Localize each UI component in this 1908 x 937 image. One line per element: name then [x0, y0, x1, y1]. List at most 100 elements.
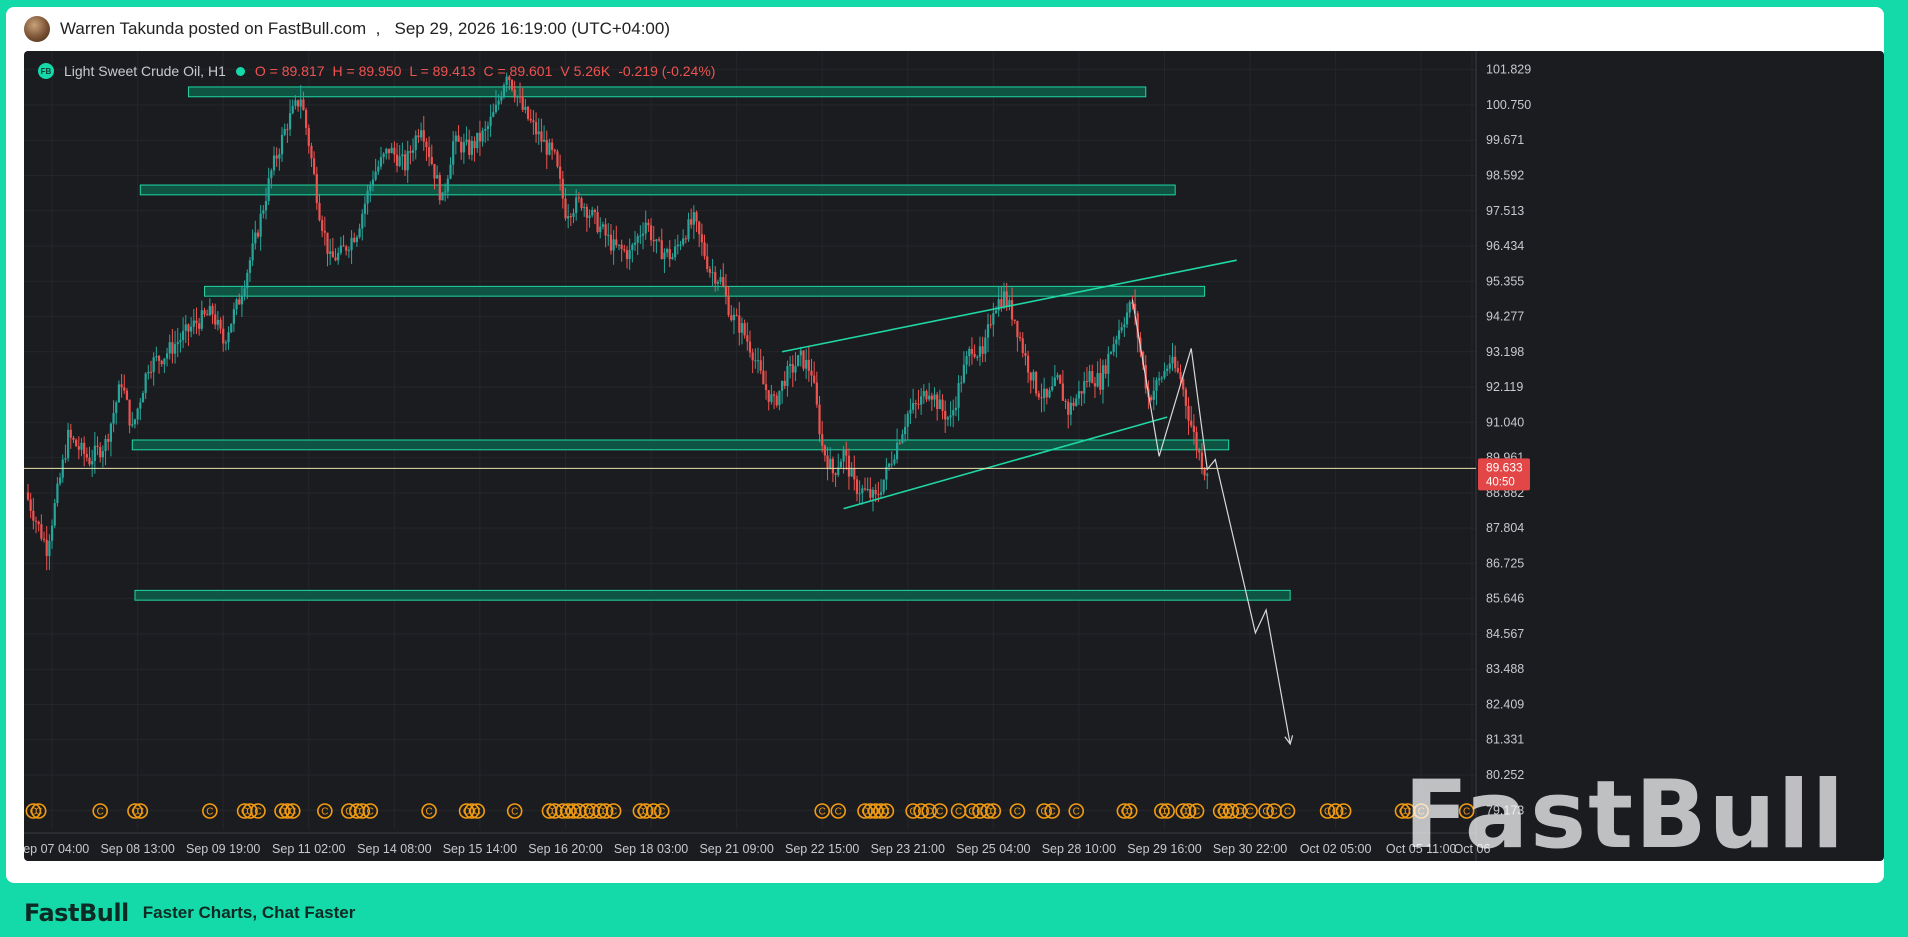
candle-body	[732, 314, 736, 321]
candle-body	[545, 139, 548, 155]
candle-body	[521, 97, 524, 110]
candle-body	[1024, 353, 1027, 356]
candle-body	[1051, 386, 1054, 391]
candle-body	[596, 211, 599, 233]
candle-body	[379, 157, 383, 167]
candle-body	[334, 257, 337, 261]
candle-body	[446, 178, 449, 192]
candle-body	[965, 356, 968, 365]
candle-body	[329, 251, 332, 254]
y-tick-label: 100.750	[1486, 98, 1531, 112]
candle-body	[476, 132, 479, 149]
candle-body	[588, 215, 591, 218]
candle-body	[719, 277, 722, 282]
candle-body	[706, 256, 709, 270]
candle-body	[88, 457, 91, 465]
candle-body	[903, 426, 907, 435]
candle-body	[968, 348, 971, 357]
candle-body	[625, 250, 629, 260]
candle-body	[743, 323, 746, 336]
candle-body	[756, 360, 760, 362]
candle-body	[227, 332, 230, 343]
candle-body	[577, 197, 580, 199]
x-tick-label: Sep 18 03:00	[614, 842, 688, 856]
candle-body	[398, 156, 401, 166]
candle-body	[374, 171, 377, 180]
candle-body	[425, 141, 428, 148]
candle-body	[882, 479, 885, 493]
candle-body	[1152, 390, 1155, 400]
candle-body	[895, 442, 899, 460]
candle-body	[540, 131, 543, 142]
candle-body	[1083, 381, 1086, 394]
candle-body	[246, 272, 249, 289]
economic-event-label: C	[254, 807, 261, 818]
support-resistance-zone	[187, 86, 1147, 98]
candle-body	[548, 142, 551, 155]
candle-body	[1179, 372, 1182, 379]
candle-body	[1037, 393, 1040, 398]
candle-body	[171, 342, 174, 354]
candle-body	[187, 324, 190, 332]
candle-body	[131, 424, 134, 426]
x-tick-label: Sep 25 04:00	[956, 842, 1030, 856]
candle-body	[377, 166, 380, 172]
candle-body	[1104, 365, 1107, 374]
candle-body	[465, 139, 468, 143]
candle-body	[262, 210, 265, 214]
candle-body	[887, 463, 891, 467]
candle-body	[288, 113, 292, 130]
candle-body	[879, 492, 883, 495]
candle-body	[313, 158, 316, 174]
candle-body	[216, 319, 219, 325]
fastbull-watermark: FastBull	[1404, 761, 1847, 861]
candle-body	[813, 375, 816, 383]
footer-logo[interactable]: FastBull	[24, 899, 129, 927]
candle-body	[133, 419, 137, 425]
candle-body	[436, 175, 439, 179]
candle-body	[1013, 319, 1016, 322]
candle-body	[561, 178, 564, 199]
candle-body	[671, 257, 674, 260]
candle-body	[928, 395, 931, 400]
candle-body	[371, 179, 375, 186]
candle-body	[238, 299, 241, 305]
candle-body	[37, 521, 40, 525]
economic-event-label: C	[1236, 807, 1243, 818]
candle-body	[1085, 381, 1089, 383]
candle-body	[109, 423, 112, 442]
avatar[interactable]	[24, 16, 50, 42]
candle-body	[922, 391, 925, 397]
candle-body	[823, 445, 826, 456]
candle-body	[117, 384, 121, 403]
candle-body	[978, 346, 982, 357]
candle-body	[609, 234, 613, 251]
candle-body	[663, 252, 666, 260]
candle-body	[863, 488, 867, 490]
candle-body	[970, 348, 974, 354]
candle-body	[395, 154, 399, 166]
candle-body	[949, 415, 952, 418]
candle-body	[411, 150, 415, 153]
candle-body	[810, 370, 813, 376]
candle-body	[163, 358, 166, 365]
candle-body	[909, 409, 912, 414]
candle-body	[679, 244, 682, 246]
candle-body	[286, 129, 289, 131]
symbol-label[interactable]: Light Sweet Crude Oil, H1	[64, 63, 226, 79]
candle-body	[740, 323, 744, 333]
candle-body	[930, 395, 933, 400]
candle-body	[874, 489, 877, 495]
y-tick-label: 83.488	[1486, 662, 1524, 676]
candle-body	[893, 459, 896, 464]
candle-body	[99, 446, 102, 458]
candle-body	[551, 142, 554, 150]
economic-event-label: C	[955, 807, 962, 818]
candle-body	[1101, 365, 1105, 390]
candle-body	[85, 453, 88, 458]
price-chart[interactable]: 101.829 100.750 99.671 98.592 97.513 96.434 95…	[24, 51, 1884, 861]
chart-panel[interactable]: 101.829 100.750 99.671 98.592 97.513 96.434 95…	[24, 51, 1884, 861]
economic-event-label: C	[425, 807, 432, 818]
candle-body	[1088, 371, 1091, 383]
candle-body	[1166, 368, 1169, 371]
